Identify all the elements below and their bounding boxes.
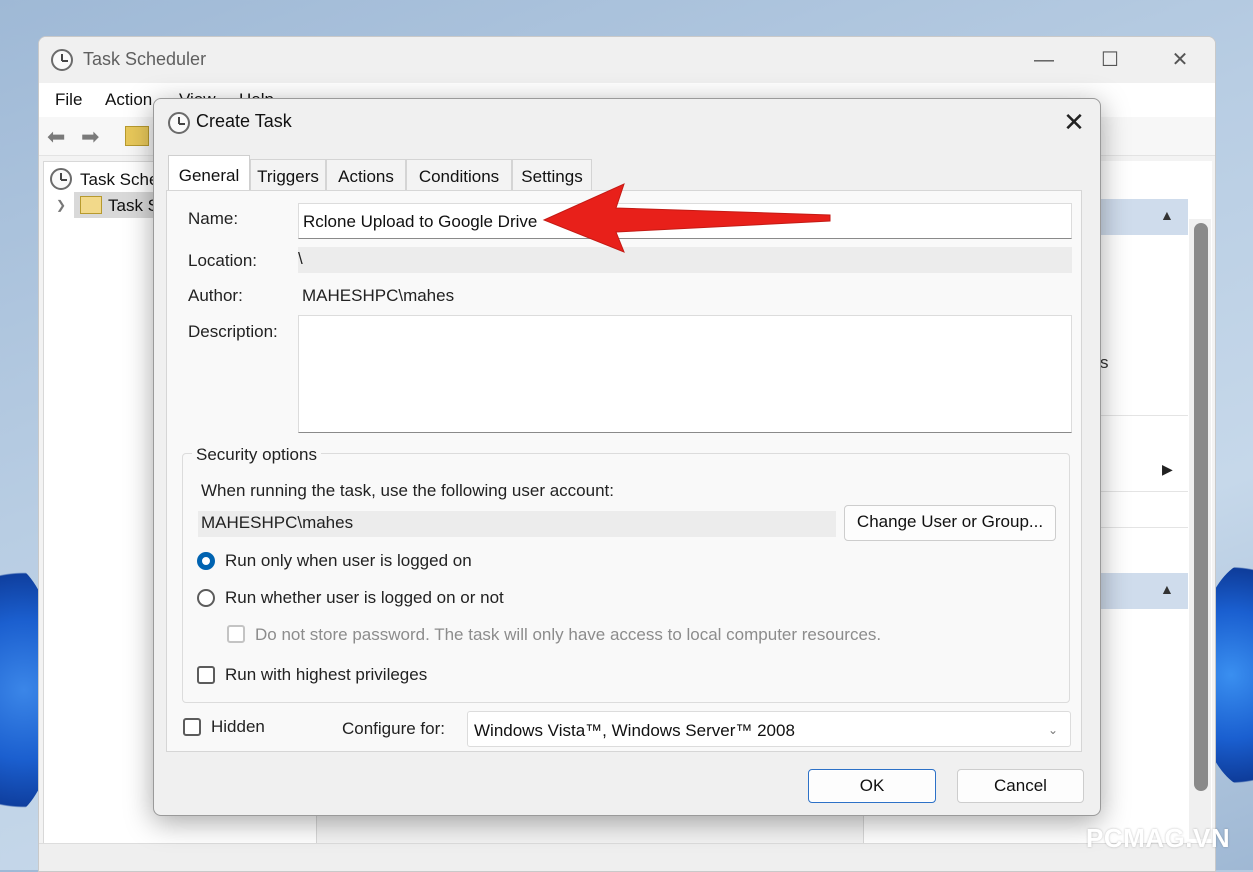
radio-run-whether-logged-on[interactable]	[197, 589, 215, 607]
configure-for-label: Configure for:	[342, 719, 445, 738]
main-titlebar: Task Scheduler — ☐ ✕	[39, 37, 1215, 83]
red-annotation-arrow	[542, 183, 831, 253]
forward-arrow-icon[interactable]: ➡	[81, 124, 99, 150]
configure-for-value: Windows Vista™, Windows Server™ 2008	[474, 721, 795, 740]
account-prompt: When running the task, use the following…	[201, 481, 614, 500]
task-scheduler-clock-icon	[51, 49, 73, 71]
maximize-button[interactable]: ☐	[1085, 43, 1135, 77]
submenu-arrow-icon[interactable]: ▶	[1162, 461, 1173, 478]
checkbox-hidden[interactable]	[183, 718, 201, 736]
arrow-shape	[542, 183, 831, 253]
chevron-down-icon: ⌄	[1048, 723, 1059, 737]
tab-general[interactable]: General	[168, 155, 250, 191]
highest-privileges-label[interactable]: Run with highest privileges	[225, 665, 427, 685]
folder-up-icon[interactable]	[125, 126, 149, 146]
author-label: Author:	[188, 286, 243, 305]
location-label: Location:	[188, 251, 257, 270]
location-value: \	[298, 249, 303, 268]
checkbox-highest-privileges[interactable]	[197, 666, 215, 684]
main-window-title: Task Scheduler	[83, 49, 207, 69]
description-label: Description:	[188, 322, 278, 341]
tree-child-label[interactable]: Task S	[108, 196, 159, 216]
description-textarea[interactable]	[298, 315, 1072, 433]
actions-partial-text: s	[1100, 353, 1109, 372]
change-user-or-group-button[interactable]: Change User or Group...	[844, 505, 1056, 541]
radio-run-whether-logged-on-label[interactable]: Run whether user is logged on or not	[225, 588, 504, 608]
radio-run-only-logged-on[interactable]	[197, 552, 215, 570]
menu-file[interactable]: File	[55, 90, 82, 110]
tree-expand-chevron-icon[interactable]: ❯	[56, 198, 66, 212]
tab-actions[interactable]: Actions	[326, 159, 406, 191]
minimize-button[interactable]: —	[1019, 43, 1069, 77]
collapse-up-icon[interactable]: ▲	[1160, 207, 1174, 223]
dialog-title: Create Task	[196, 111, 292, 131]
collapse-up-icon[interactable]: ▲	[1160, 581, 1174, 597]
tab-triggers[interactable]: Triggers	[250, 159, 326, 191]
task-library-folder-icon	[80, 196, 102, 214]
configure-for-select[interactable]: Windows Vista™, Windows Server™ 2008 ⌄	[467, 711, 1071, 747]
dialog-close-button[interactable]: ✕	[1056, 105, 1092, 139]
actions-scrollbar-thumb[interactable]	[1194, 223, 1208, 791]
hidden-label[interactable]: Hidden	[211, 717, 265, 737]
security-options-label: Security options	[192, 445, 321, 465]
tab-conditions[interactable]: Conditions	[406, 159, 512, 191]
status-bar	[39, 843, 1215, 871]
watermark-text: PCMAG.VN	[1086, 823, 1231, 853]
back-arrow-icon[interactable]: ⬅	[47, 124, 65, 150]
cancel-button[interactable]: Cancel	[957, 769, 1084, 803]
do-not-store-password-label: Do not store password. The task will onl…	[255, 625, 882, 644]
account-value: MAHESHPC\mahes	[201, 513, 354, 532]
checkbox-do-not-store-password[interactable]	[227, 625, 245, 643]
tree-root-label[interactable]: Task Sche	[80, 170, 158, 190]
tree-root-clock-icon	[50, 168, 72, 190]
name-label: Name:	[188, 209, 239, 228]
dialog-clock-icon	[168, 112, 190, 134]
radio-run-only-logged-on-label[interactable]: Run only when user is logged on	[225, 551, 472, 571]
close-window-button[interactable]: ✕	[1155, 43, 1205, 77]
ok-button[interactable]: OK	[808, 769, 936, 803]
menu-action[interactable]: Action	[105, 90, 152, 110]
author-value: MAHESHPC\mahes	[302, 286, 455, 305]
